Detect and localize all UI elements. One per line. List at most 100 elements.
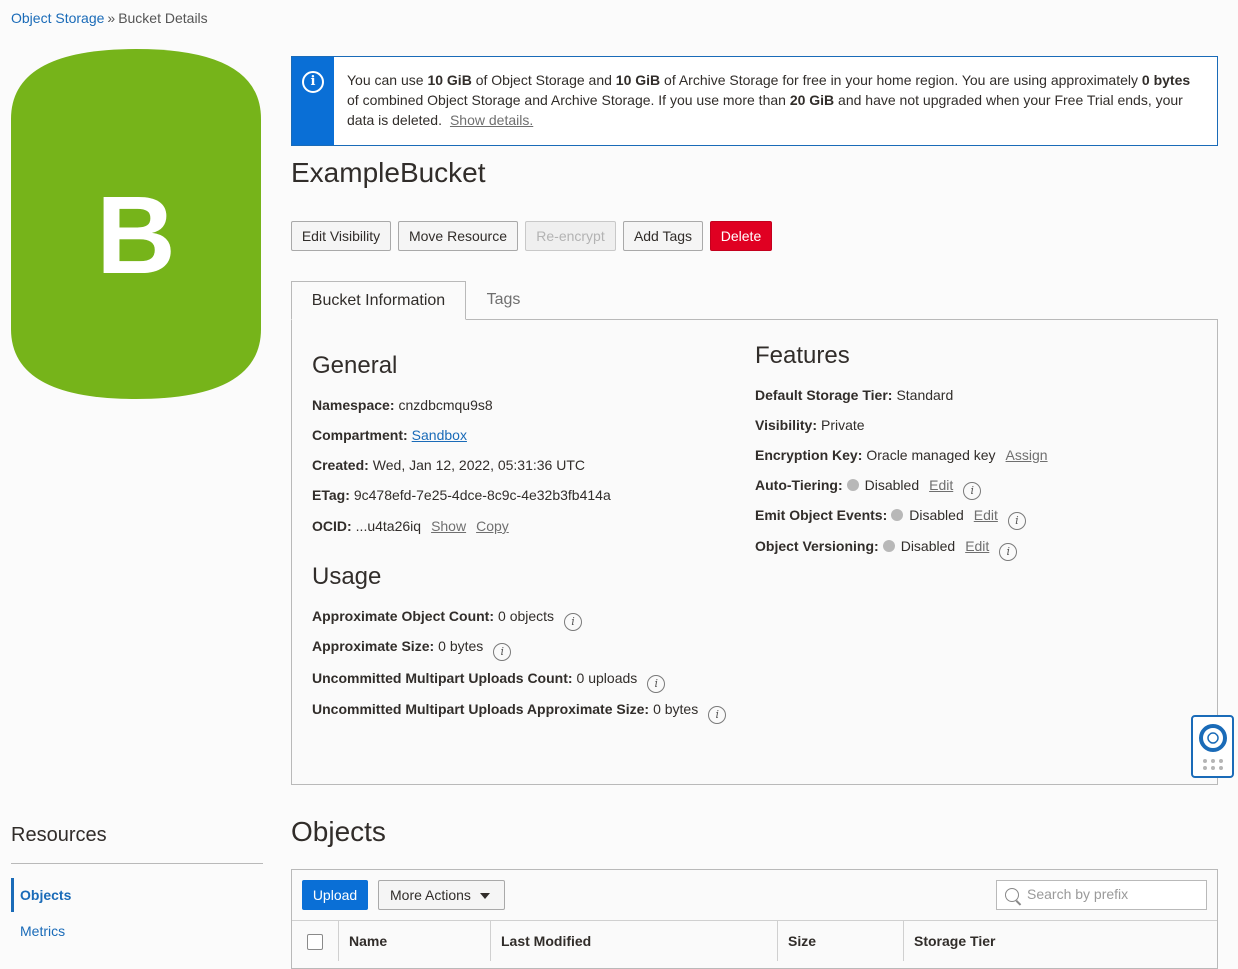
multipart-count-label: Uncommitted Multipart Uploads Count: [312, 670, 573, 686]
encryption-key-row: Encryption Key: Oracle managed key Assign [755, 447, 1048, 463]
auto-tiering-edit-link[interactable]: Edit [929, 477, 953, 493]
info-tooltip-icon[interactable]: i [708, 706, 727, 724]
breadcrumb: Object Storage» Bucket Details [11, 10, 208, 26]
encryption-key-label: Encryption Key: [755, 447, 863, 463]
compartment-link[interactable]: Sandbox [412, 427, 467, 443]
caret-down-icon [480, 893, 490, 899]
versioning-row: Object Versioning: Disabled Edit i [755, 538, 1018, 561]
tab-bucket-information[interactable]: Bucket Information [291, 281, 466, 320]
select-all-checkbox[interactable] [307, 934, 323, 950]
move-resource-button[interactable]: Move Resource [398, 221, 518, 251]
info-tooltip-icon[interactable]: i [564, 613, 583, 631]
show-details-link[interactable]: Show details. [450, 112, 533, 128]
emit-events-edit-link[interactable]: Edit [974, 507, 998, 523]
column-header-size[interactable]: Size [777, 921, 903, 961]
resources-divider [11, 863, 263, 864]
column-header-last-modified[interactable]: Last Modified [490, 921, 777, 961]
banner-text-part: of Object Storage and [471, 72, 616, 88]
created-row: Created: Wed, Jan 12, 2022, 05:31:36 UTC [312, 457, 585, 473]
approx-size-label: Approximate Size: [312, 638, 435, 654]
etag-row: ETag: 9c478efd-7e25-4dce-8c9c-4e32b3fb414… [312, 487, 611, 503]
compartment-row: Compartment: Sandbox [312, 427, 467, 443]
info-tooltip-icon[interactable]: i [493, 643, 512, 661]
status-dot-icon [891, 509, 904, 521]
more-actions-dropdown[interactable]: More Actions [378, 880, 505, 910]
versioning-label: Object Versioning: [755, 538, 879, 554]
ocid-value: ...u4ta26iq [355, 518, 422, 534]
free-tier-info-banner: i You can use 10 GiB of Object Storage a… [291, 56, 1218, 146]
etag-label: ETag: [312, 487, 350, 503]
banner-text-part: of Archive Storage for free in your home… [660, 72, 1142, 88]
object-count-label: Approximate Object Count: [312, 608, 495, 624]
created-value: Wed, Jan 12, 2022, 05:31:36 UTC [372, 457, 586, 473]
visibility-label: Visibility: [755, 417, 817, 433]
multipart-count-value: 0 uploads [576, 670, 638, 686]
objects-table-header: Name Last Modified Size Storage Tier [292, 920, 1217, 961]
multipart-size-label: Uncommitted Multipart Uploads Approximat… [312, 701, 650, 717]
breadcrumb-current: Bucket Details [118, 10, 208, 26]
info-tooltip-icon[interactable]: i [647, 675, 666, 693]
banner-text-bold: 10 GiB [427, 72, 472, 88]
ocid-row: OCID: ...u4ta26iq Show Copy [312, 518, 509, 534]
status-dot-icon [846, 479, 859, 491]
compartment-label: Compartment: [312, 427, 408, 443]
page-title: ExampleBucket [291, 157, 486, 188]
multipart-size-value: 0 bytes [653, 701, 699, 717]
storage-tier-label: Default Storage Tier: [755, 387, 893, 403]
info-tooltip-icon[interactable]: i [999, 543, 1018, 561]
auto-tiering-row: Auto-Tiering: Disabled Edit i [755, 477, 982, 500]
visibility-row: Visibility: Private [755, 417, 865, 433]
object-count-value: 0 objects [498, 608, 555, 624]
general-heading: General [312, 352, 398, 379]
banner-text-bold: 10 GiB [615, 72, 661, 88]
search-input[interactable] [1025, 885, 1199, 903]
features-heading: Features [755, 342, 850, 369]
object-count-row: Approximate Object Count: 0 objects i [312, 608, 583, 631]
ocid-show-link[interactable]: Show [431, 518, 466, 534]
namespace-label: Namespace: [312, 397, 395, 413]
emit-events-value: Disabled [909, 507, 964, 523]
assign-key-link[interactable]: Assign [1006, 447, 1048, 463]
emit-events-label: Emit Object Events: [755, 507, 888, 523]
banner-accent: i [292, 57, 334, 145]
usage-heading: Usage [312, 563, 382, 590]
column-header-name[interactable]: Name [338, 921, 490, 961]
upload-button[interactable]: Upload [302, 880, 368, 910]
resources-item-metrics[interactable]: Metrics [11, 914, 270, 948]
storage-tier-value: Standard [896, 387, 954, 403]
add-tags-button[interactable]: Add Tags [623, 221, 703, 251]
etag-value: 9c478efd-7e25-4dce-8c9c-4e32b3fb414a [353, 487, 611, 503]
namespace-row: Namespace: cnzdbcmqu9s8 [312, 397, 493, 413]
ocid-copy-link[interactable]: Copy [476, 518, 509, 534]
breadcrumb-object-storage-link[interactable]: Object Storage [11, 10, 104, 26]
column-header-storage-tier[interactable]: Storage Tier [903, 921, 1217, 961]
info-tooltip-icon[interactable]: i [963, 482, 982, 500]
tab-tags[interactable]: Tags [466, 281, 541, 320]
edit-visibility-button[interactable]: Edit Visibility [291, 221, 391, 251]
approx-size-row: Approximate Size: 0 bytes i [312, 638, 512, 661]
help-widget[interactable] [1191, 715, 1234, 778]
delete-button[interactable]: Delete [710, 221, 772, 251]
bucket-information-panel: General Namespace: cnzdbcmqu9s8 Compartme… [291, 319, 1218, 785]
life-ring-icon [1199, 724, 1227, 770]
banner-text-part: of combined Object Storage and Archive S… [347, 92, 790, 108]
objects-heading: Objects [291, 816, 386, 847]
versioning-edit-link[interactable]: Edit [965, 538, 989, 554]
auto-tiering-label: Auto-Tiering: [755, 477, 843, 493]
auto-tiering-value: Disabled [864, 477, 920, 493]
resources-item-objects[interactable]: Objects [11, 878, 270, 912]
search-icon [1005, 888, 1019, 902]
search-by-prefix-field[interactable] [996, 880, 1207, 910]
banner-message: You can use 10 GiB of Object Storage and… [347, 70, 1199, 130]
reencrypt-button[interactable]: Re-encrypt [525, 221, 616, 251]
breadcrumb-separator: » [107, 10, 116, 26]
info-tooltip-icon[interactable]: i [1007, 512, 1026, 530]
visibility-value: Private [820, 417, 865, 433]
ocid-label: OCID: [312, 518, 352, 534]
resources-heading: Resources [11, 824, 107, 846]
banner-text-bold: 20 GiB [789, 92, 835, 108]
more-actions-label: More Actions [390, 887, 471, 903]
info-icon: i [302, 71, 324, 93]
storage-tier-row: Default Storage Tier: Standard [755, 387, 953, 403]
multipart-count-row: Uncommitted Multipart Uploads Count: 0 up… [312, 670, 666, 693]
